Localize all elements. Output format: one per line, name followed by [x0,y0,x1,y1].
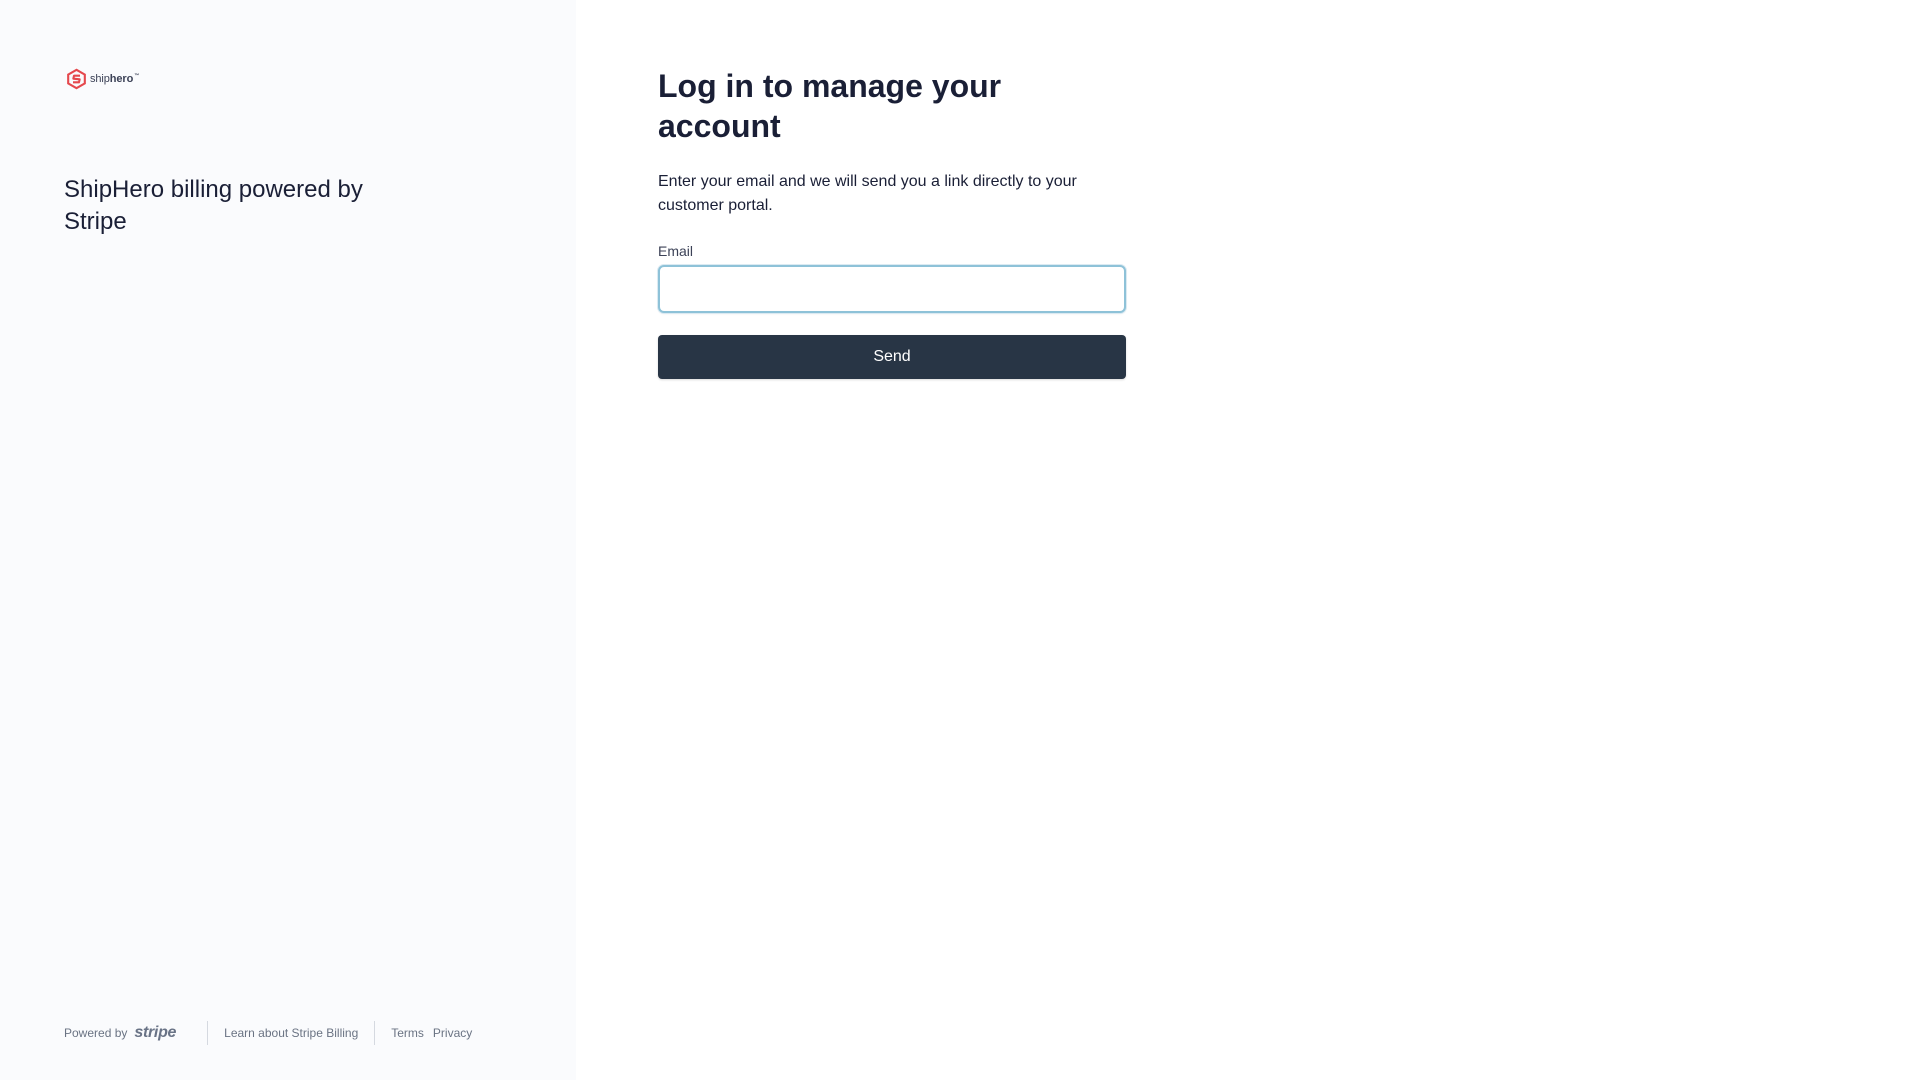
login-panel: Log in to manage your account Enter your… [576,0,1920,1080]
page-title: Log in to manage your account [658,68,1002,144]
privacy-link[interactable]: Privacy [433,1026,472,1040]
shiphero-hexagon-logo-icon [67,68,86,90]
login-description: Enter your email and we will send you a … [658,173,1077,214]
powered-by-label: Powered by [64,1026,128,1040]
footer-divider [374,1021,376,1045]
learn-stripe-billing-link[interactable]: Learn about Stripe Billing [224,1026,358,1040]
email-field[interactable] [658,265,1126,313]
terms-link[interactable]: Terms [391,1026,424,1040]
email-login-form: Log in to manage your account Enter your… [658,66,1126,379]
branding-panel: shiphero™ ShipHero billing powered by St… [0,0,576,1080]
shiphero-logo: shiphero™ [66,68,139,90]
shiphero-wordmark: shiphero™ [90,73,139,85]
portal-footer: Powered by stripe Learn about Stripe Bil… [64,1020,472,1046]
customer-portal-login-page: shiphero™ ShipHero billing powered by St… [0,0,1920,1080]
powered-by-stripe[interactable]: Powered by stripe [64,1024,176,1042]
footer-divider [207,1021,209,1045]
wordmark-hero: hero [109,73,134,85]
stripe-logo: stripe [134,1024,177,1041]
send-button[interactable]: Send [658,335,1126,379]
billing-title: ShipHero billing powered by Stripe [64,176,363,235]
trademark-mark: ™ [134,73,140,80]
wordmark-ship: ship [90,73,110,85]
email-label: Email [658,243,694,259]
